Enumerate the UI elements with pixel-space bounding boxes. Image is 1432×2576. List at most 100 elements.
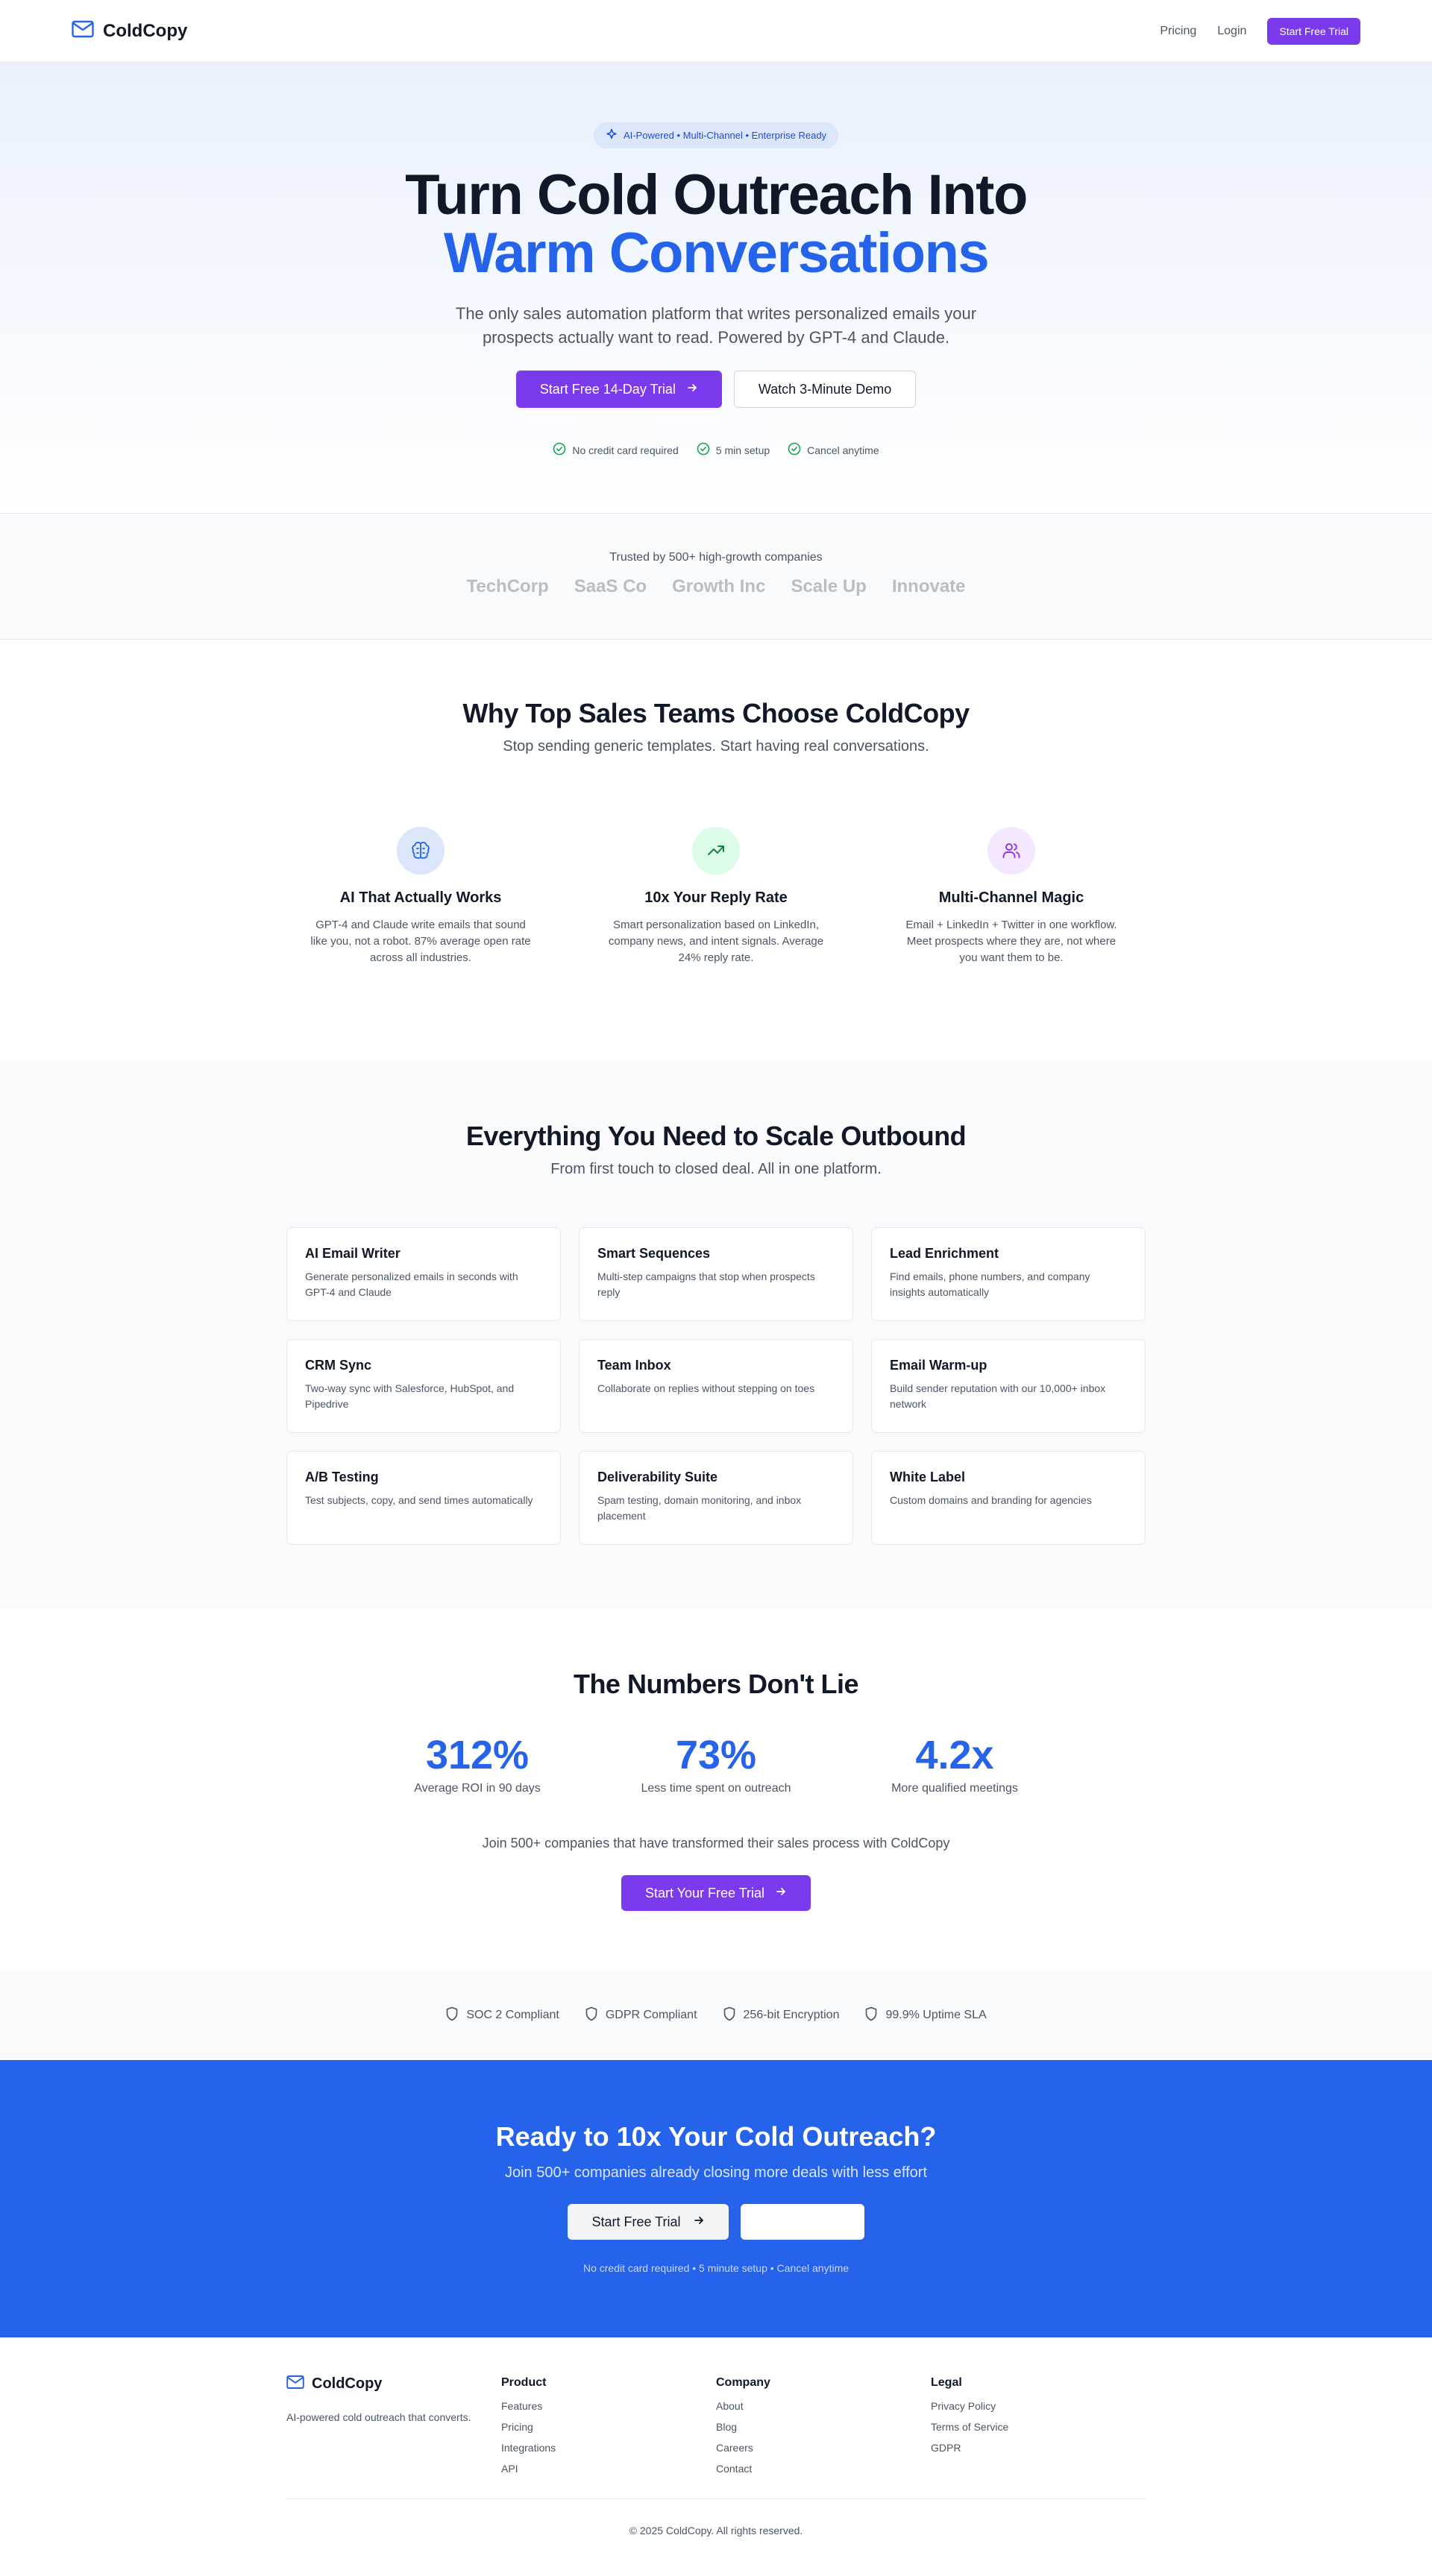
stats-row: 312% Average ROI in 90 days 73% Less tim… <box>0 1733 1432 1795</box>
numbers-title: The Numbers Don't Lie <box>573 1669 859 1699</box>
feature-card: AI Email Writer Generate personalized em… <box>286 1227 561 1321</box>
numbers-section: The Numbers Don't Lie 312% Average ROI i… <box>0 1609 1432 1971</box>
footer-brand-column: ColdCopy AI-powered cold outreach that c… <box>286 2375 501 2475</box>
footer-link[interactable]: Integrations <box>501 2442 716 2454</box>
feature-title: A/B Testing <box>305 1470 379 1484</box>
footer-tagline: AI-powered cold outreach that converts. <box>286 2411 471 2423</box>
cta-section: Ready to 10x Your Cold Outreach? Join 50… <box>0 2060 1432 2337</box>
footer-link[interactable]: API <box>501 2463 716 2475</box>
why-card: AI That Actually Works GPT-4 and Claude … <box>309 827 533 966</box>
compliance-label: SOC 2 Compliant <box>466 2009 559 2021</box>
footer-column-company: Company About Blog Careers Contact <box>716 2375 931 2475</box>
check-circle-icon <box>788 442 801 458</box>
start-free-trial-button[interactable]: Start Free 14-Day Trial <box>515 371 722 408</box>
stat-label: Average ROI in 90 days <box>414 1782 541 1795</box>
check-item: No credit card required <box>553 442 679 458</box>
brand-logo[interactable]: ColdCopy <box>72 20 187 42</box>
compliance-item: SOC 2 Compliant <box>445 2006 559 2025</box>
mail-icon <box>286 2375 304 2393</box>
feature-title: White Label <box>890 1470 966 1484</box>
cta-start-trial-label: Start Free Trial <box>591 2214 681 2229</box>
footer-column-title: Product <box>501 2376 547 2389</box>
footer-link[interactable]: About <box>716 2400 931 2412</box>
why-cards: AI That Actually Works GPT-4 and Claude … <box>0 827 1432 966</box>
compliance-label: 99.9% Uptime SLA <box>885 2009 987 2021</box>
footer-link[interactable]: Contact <box>716 2463 931 2475</box>
feature-title: AI Email Writer <box>305 1246 401 1261</box>
cta-start-trial-button[interactable]: Start Free Trial <box>568 2204 729 2240</box>
watch-demo-button[interactable]: Watch 3-Minute Demo <box>733 371 917 408</box>
trusted-by-section: Trusted by 500+ high-growth companies Te… <box>0 513 1432 640</box>
start-your-free-trial-button[interactable]: Start Your Free Trial <box>621 1875 811 1911</box>
company-logo: SaaS Co <box>574 576 647 596</box>
feature-text: Build sender reputation with our 10,000+… <box>890 1382 1106 1410</box>
top-nav: ColdCopy Pricing Login Start Free Trial <box>0 0 1432 63</box>
footer-link[interactable]: Careers <box>716 2442 931 2454</box>
feature-text: Custom domains and branding for agencies <box>890 1494 1092 1506</box>
hero-title: Turn Cold Outreach Into Warm Conversatio… <box>0 166 1432 283</box>
users-icon <box>987 827 1035 875</box>
footer-link[interactable]: Features <box>501 2400 716 2412</box>
features-title: Everything You Need to Scale Outbound <box>465 1121 967 1151</box>
feature-title: Team Inbox <box>597 1358 671 1373</box>
hero-cta-group: Start Free 14-Day Trial Watch 3-Minute D… <box>0 371 1432 408</box>
feature-text: Spam testing, domain monitoring, and inb… <box>597 1494 802 1522</box>
stat-label: Less time spent on outreach <box>641 1782 791 1795</box>
why-card-text: GPT-4 and Claude write emails that sound… <box>310 919 531 964</box>
footer-column-legal: Legal Privacy Policy Terms of Service GD… <box>931 2375 1146 2475</box>
feature-text: Collaborate on replies without stepping … <box>597 1382 815 1394</box>
feature-text: Test subjects, copy, and send times auto… <box>305 1494 533 1506</box>
company-logo: TechCorp <box>466 576 549 596</box>
shield-icon <box>445 2006 459 2025</box>
why-card: Multi-Channel Magic Email + LinkedIn + T… <box>899 827 1123 966</box>
check-item-label: 5 min setup <box>715 444 770 456</box>
features-grid: AI Email Writer Generate personalized em… <box>286 1227 1146 1545</box>
footer-link[interactable]: GDPR <box>931 2442 1146 2454</box>
hero-subtitle: The only sales automation platform that … <box>455 304 977 347</box>
nav-link-pricing[interactable]: Pricing <box>1160 25 1196 38</box>
compliance-item: 99.9% Uptime SLA <box>864 2006 987 2025</box>
feature-card: Deliverability Suite Spam testing, domai… <box>579 1451 853 1545</box>
feature-text: Find emails, phone numbers, and company … <box>890 1270 1090 1298</box>
compliance-label: GDPR Compliant <box>605 2009 697 2021</box>
feature-title: Deliverability Suite <box>597 1470 718 1484</box>
feature-title: Smart Sequences <box>597 1246 711 1261</box>
features-subtitle: From first touch to closed deal. All in … <box>550 1161 882 1177</box>
nav-start-trial-button[interactable]: Start Free Trial <box>1267 17 1360 45</box>
why-card-title: Multi-Channel Magic <box>938 889 1084 906</box>
cta-secondary-button[interactable] <box>740 2204 864 2240</box>
stat-item: 4.2x More qualified meetings <box>835 1733 1074 1795</box>
hero-section: AI-Powered • Multi-Channel • Enterprise … <box>0 63 1432 513</box>
cta-button-group: Start Free Trial <box>0 2204 1432 2240</box>
nav-link-login[interactable]: Login <box>1217 25 1246 38</box>
why-section: Why Top Sales Teams Choose ColdCopy Stop… <box>0 640 1432 1061</box>
footer-link[interactable]: Terms of Service <box>931 2421 1146 2433</box>
feature-text: Two-way sync with Salesforce, HubSpot, a… <box>305 1382 515 1410</box>
features-section: Everything You Need to Scale Outbound Fr… <box>0 1061 1432 1609</box>
compliance-item: 256-bit Encryption <box>723 2006 839 2025</box>
footer-link[interactable]: Blog <box>716 2421 931 2433</box>
footer-column-title: Legal <box>931 2376 962 2389</box>
footer-brand-name: ColdCopy <box>312 2375 383 2392</box>
hero-badge-text: AI-Powered • Multi-Channel • Enterprise … <box>623 130 827 141</box>
footer-link[interactable]: Privacy Policy <box>931 2400 1146 2412</box>
company-logos: TechCorp SaaS Co Growth Inc Scale Up Inn… <box>0 576 1432 597</box>
footer-divider <box>286 2498 1146 2499</box>
cta-note: No credit card required • 5 minute setup… <box>582 2262 850 2274</box>
why-title: Why Top Sales Teams Choose ColdCopy <box>462 698 970 728</box>
feature-text: Multi-step campaigns that stop when pros… <box>597 1270 815 1298</box>
why-card-text: Smart personalization based on LinkedIn,… <box>608 919 824 964</box>
footer-link[interactable]: Pricing <box>501 2421 716 2433</box>
feature-title: CRM Sync <box>305 1358 372 1373</box>
trending-up-icon <box>692 827 740 875</box>
company-logo: Innovate <box>891 576 966 596</box>
stat-item: 73% Less time spent on outreach <box>597 1733 835 1795</box>
trusted-text: Trusted by 500+ high-growth companies <box>609 551 823 564</box>
feature-card: White Label Custom domains and branding … <box>871 1451 1146 1545</box>
footer-brand[interactable]: ColdCopy <box>286 2375 501 2393</box>
start-free-trial-label: Start Free 14-Day Trial <box>539 381 676 397</box>
stat-value: 73% <box>675 1733 757 1777</box>
stat-item: 312% Average ROI in 90 days <box>358 1733 597 1795</box>
why-card-title: AI That Actually Works <box>339 889 502 906</box>
feature-card: Smart Sequences Multi-step campaigns tha… <box>579 1227 853 1321</box>
